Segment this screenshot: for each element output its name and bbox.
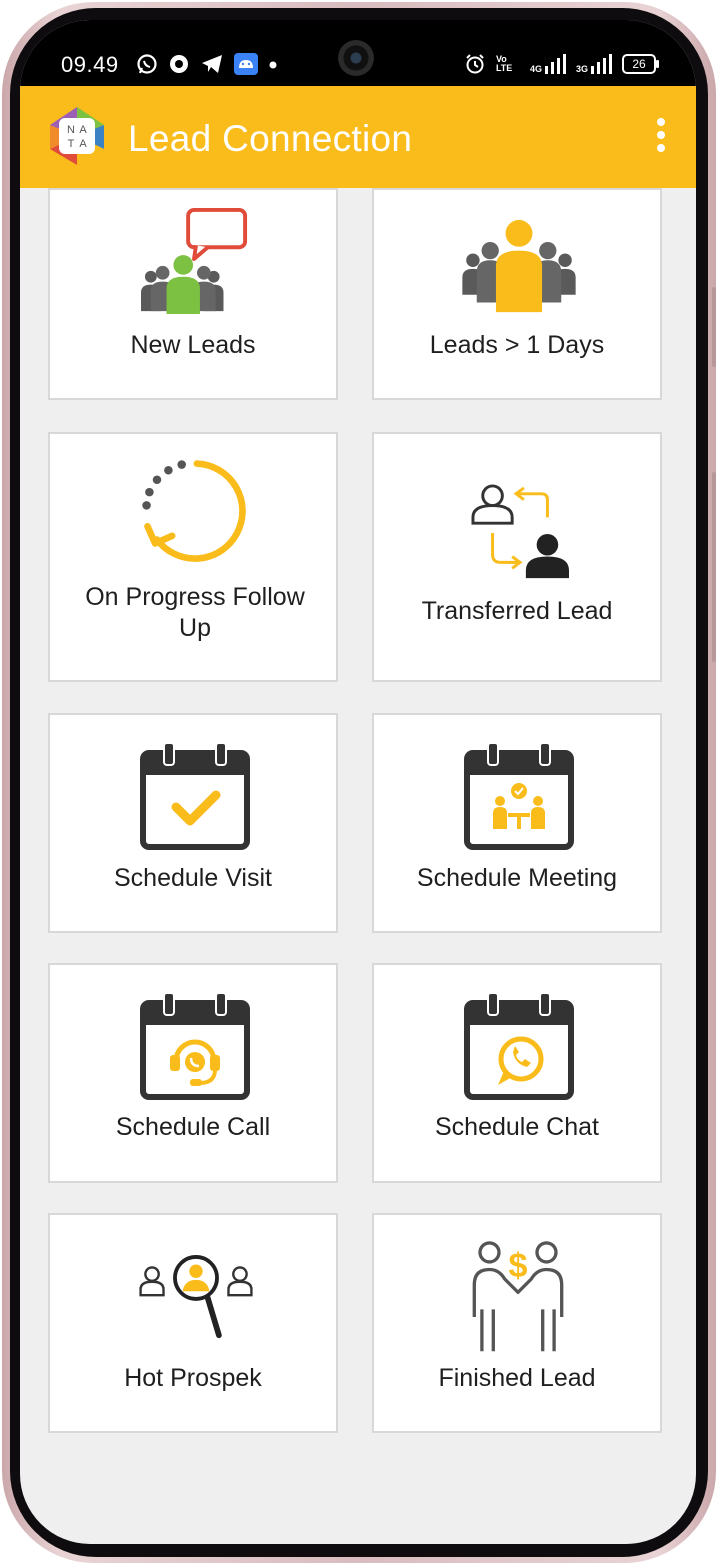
logo-letter: T [68,138,75,150]
tile-schedule-chat[interactable]: Schedule Chat [372,963,662,1183]
tile-label: Transferred Lead [421,597,613,625]
tile-hot-prospek[interactable]: Hot Prospek [48,1213,338,1433]
logo-letter: N [67,124,75,136]
deal-money-icon: $ [472,1241,564,1352]
signal-3g-icon: 3G [576,54,612,74]
alarm-icon [466,54,484,74]
tile-leads-1-days[interactable]: Leads > 1 Days [372,188,662,400]
calendar-call-icon [140,992,250,1100]
tile-label: Hot Prospek [124,1364,262,1392]
signal-4g-icon: 4G [530,54,566,74]
volume-button [712,287,716,367]
calendar-meeting-icon [464,742,574,850]
tile-transferred-lead[interactable]: Transferred Lead [372,432,662,682]
tile-label: Schedule Visit [114,864,272,892]
tile-label: Schedule Chat [434,1113,599,1141]
calendar-check-icon [140,742,250,850]
menu-dot [657,118,665,126]
network-3g-label: 3G [575,64,588,74]
status-bar: 09.49 Vo LTE 4G 3G 26 [20,20,696,86]
new-leads-icon [141,208,248,315]
power-button [712,472,716,662]
tile-new-leads[interactable]: New Leads [48,188,338,400]
calendar-chat-icon [464,992,574,1100]
menu-dot [657,144,665,152]
battery-icon: 26 [622,54,659,74]
tile-schedule-meeting[interactable]: Schedule Meeting [372,713,662,933]
volte-indicator: Vo LTE [495,54,513,73]
android-icon [234,53,258,75]
tile-label: On Progress Follow Up [85,583,305,642]
system-icons: Vo LTE 4G 3G 26 [464,53,659,75]
whatsapp-icon [137,54,157,74]
front-camera [338,40,374,76]
tile-label: Leads > 1 Days [429,331,605,359]
notification-icons [136,53,278,75]
transfer-icon [471,484,569,579]
tile-schedule-call[interactable]: Schedule Call [48,963,338,1183]
tile-schedule-visit[interactable]: Schedule Visit [48,713,338,933]
nata-logo-icon: N A T A [50,107,104,165]
progress-icon [142,460,246,562]
logo-letter: A [79,124,87,136]
status-time: 09.49 [61,52,119,77]
tile-label: Finished Lead [438,1364,596,1392]
screen: 09.49 Vo LTE 4G 3G 26 N A T A Lead Conne… [20,20,696,1544]
logo-letter: A [79,138,87,150]
app-bar: N A T A Lead Connection [20,86,696,188]
app-title: Lead Connection [128,118,413,159]
tile-finished-lead[interactable]: $ Finished Lead [372,1213,662,1433]
tile-label: Schedule Meeting [416,864,618,892]
tile-label: Schedule Call [115,1113,271,1141]
telegram-icon [202,55,222,73]
prospect-search-icon [139,1255,253,1339]
network-4g-label: 4G [529,64,542,74]
more-notifications-icon [269,61,277,69]
tile-on-progress-follow-up[interactable]: On Progress Follow Up [48,432,338,682]
tile-label: New Leads [130,331,256,359]
circle-app-icon [170,55,188,73]
svg-text:$: $ [508,1247,527,1285]
leads-aged-icon [462,219,576,313]
menu-dot [657,131,665,139]
overflow-menu-button[interactable] [648,118,674,158]
